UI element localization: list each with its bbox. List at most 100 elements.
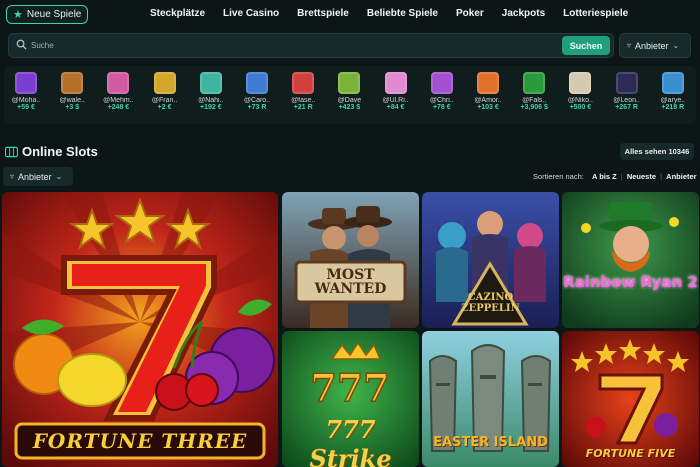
winner-amount: +423 $ — [338, 104, 361, 111]
winner-amount: +3,906 $ — [520, 104, 548, 111]
winner-amount: +192 € — [199, 104, 222, 111]
filter-icon: ▿ — [627, 41, 632, 50]
game-thumbnail — [384, 72, 407, 94]
winner-username: @Nahi.. — [198, 97, 224, 104]
winner-item[interactable]: @Nahi.. +192 € — [189, 70, 233, 122]
winner-item[interactable]: @Chri.. +78 € — [420, 70, 464, 122]
nav-link-lottery[interactable]: Lotteriespiele — [563, 8, 628, 19]
online-slots-header: Online Slots Alles sehen 10346 — [0, 141, 700, 165]
winner-item[interactable]: @Ul.Ri.. +84 € — [374, 70, 418, 122]
nav-link-board-games[interactable]: Brettspiele — [297, 8, 349, 19]
winner-username: @wale.. — [59, 97, 85, 104]
search-row: Suche Suchen ▿ Anbieter ⌄ — [0, 30, 700, 62]
winner-amount: +103 € — [477, 104, 499, 111]
nav-link-live-casino[interactable]: Live Casino — [223, 8, 279, 19]
filter-icon: ▿ — [10, 172, 15, 181]
winner-amount: +84 € — [386, 104, 405, 111]
game-thumbnail — [523, 72, 546, 94]
section-title: Online Slots — [22, 144, 98, 159]
winner-item[interactable]: @Leon.. +267 R — [605, 70, 649, 122]
game-thumbnail — [153, 72, 176, 94]
game-thumbnail — [338, 72, 361, 94]
provider-dropdown-label: Anbieter — [635, 40, 669, 51]
game-title: FORTUNE FIVE — [585, 447, 676, 460]
game-tile-fortune-three[interactable]: FORTUNE THREE — [2, 192, 278, 467]
chevron-down-icon: ⌄ — [672, 41, 680, 50]
rainbow-ryan-artwork — [562, 192, 699, 328]
winner-item[interactable]: @Fals.. +3,906 $ — [512, 70, 556, 122]
winner-item[interactable]: @Moha.. +59 € — [4, 70, 48, 122]
star-icon: ★ — [13, 9, 23, 21]
winner-username: @arye.. — [660, 97, 686, 104]
winner-item[interactable]: @fase.. +21 R — [281, 70, 325, 122]
winner-item[interactable]: @Dave +423 $ — [327, 70, 371, 122]
winner-amount: +267 R — [615, 104, 638, 111]
game-tile-cazino-zeppelin[interactable]: CAZINO ZEPPELIN — [422, 192, 559, 328]
new-games-button[interactable]: ★ Neue Spiele — [6, 5, 88, 24]
section-provider-label: Anbieter — [18, 171, 52, 182]
search-button[interactable]: Suchen — [562, 36, 610, 55]
game-thumbnail — [477, 72, 499, 94]
winner-item[interactable]: @Niko.. +500 € — [558, 70, 602, 122]
see-all-button[interactable]: Alles sehen 10346 — [620, 143, 694, 160]
nav-link-popular[interactable]: Beliebte Spiele — [367, 8, 438, 19]
winner-item[interactable]: @Caro.. +73 R — [235, 70, 279, 122]
winner-item[interactable]: @Fran.. +2 € — [143, 70, 187, 122]
section-provider-dropdown[interactable]: ▿ Anbieter ⌄ — [3, 167, 73, 186]
sort-bar: Sortieren nach: A bis Z | Neueste | Anbi… — [533, 172, 697, 181]
winner-amount: +218 R — [661, 104, 685, 111]
game-thumbnail — [15, 72, 37, 94]
game-title: CAZINO ZEPPELIN — [461, 292, 520, 314]
nav-link-jackpots[interactable]: Jackpots — [502, 8, 545, 19]
winner-amount: +248 € — [107, 104, 130, 111]
game-thumbnail — [569, 72, 592, 94]
provider-dropdown[interactable]: ▿ Anbieter ⌄ — [619, 33, 691, 58]
game-thumbnail — [661, 72, 684, 94]
sort-option-provider[interactable]: Anbieter — [666, 172, 696, 181]
game-title: MOST WANTED — [314, 267, 387, 297]
sort-option-a-z[interactable]: A bis Z — [592, 172, 617, 181]
game-title: Rainbow Ryan 2 — [563, 273, 698, 291]
winner-item[interactable]: @Amor.. +103 € — [466, 70, 510, 122]
winner-username: @Dave — [337, 97, 362, 104]
game-thumbnail — [246, 72, 268, 94]
winner-item[interactable]: @arye.. +218 R — [651, 70, 695, 122]
game-thumbnail — [199, 72, 222, 94]
winner-username: @fase.. — [291, 97, 316, 104]
game-tile-rainbow-ryan-2[interactable]: Rainbow Ryan 2 — [562, 192, 699, 328]
top-nav: ★ Neue Spiele Steckplätze Live Casino Br… — [0, 0, 700, 30]
game-title: FORTUNE THREE — [32, 429, 248, 453]
winner-username: @Moha.. — [11, 97, 41, 104]
most-wanted-artwork — [282, 192, 419, 328]
game-thumbnail — [61, 72, 84, 94]
nav-link-slots[interactable]: Steckplätze — [150, 8, 205, 19]
game-tile-fortune-five[interactable]: FORTUNE FIVE — [562, 331, 699, 467]
winner-amount: +59 € — [17, 104, 35, 111]
winner-amount: +500 € — [569, 104, 592, 111]
slot-machine-icon — [5, 146, 18, 158]
game-thumbnail — [107, 72, 130, 94]
winner-username: @Chri.. — [429, 97, 454, 104]
game-tile-easter-island[interactable]: EASTER ISLAND — [422, 331, 559, 467]
main-nav: Steckplätze Live Casino Brettspiele Beli… — [150, 8, 646, 19]
search-input[interactable]: Suche Suchen — [8, 33, 614, 58]
winner-item[interactable]: @wale.. +3 $ — [50, 70, 94, 122]
winner-item[interactable]: @Mehm.. +248 € — [96, 70, 140, 122]
game-thumbnail — [615, 72, 638, 94]
winner-username: @Caro.. — [243, 97, 271, 104]
sort-option-newest[interactable]: Neueste — [627, 172, 656, 181]
nav-link-poker[interactable]: Poker — [456, 8, 484, 19]
game-title: 777 Strike — [309, 415, 392, 467]
game-tile-777-strike[interactable]: 777 777 Strike — [282, 331, 419, 467]
game-tile-most-wanted[interactable]: MOST WANTED — [282, 192, 419, 328]
chevron-down-icon: ⌄ — [55, 172, 63, 181]
filter-row: ▿ Anbieter ⌄ Sortieren nach: A bis Z | N… — [0, 166, 700, 188]
game-title: EASTER ISLAND — [433, 435, 548, 450]
winner-username: @Fran.. — [151, 97, 178, 104]
winner-amount: +78 € — [432, 104, 451, 111]
game-thumbnail — [292, 72, 315, 94]
winner-amount: +2 € — [157, 104, 172, 111]
winner-amount: +73 R — [247, 104, 267, 111]
winner-username: @Niko.. — [567, 97, 593, 104]
winner-username: @Fals.. — [522, 97, 547, 104]
